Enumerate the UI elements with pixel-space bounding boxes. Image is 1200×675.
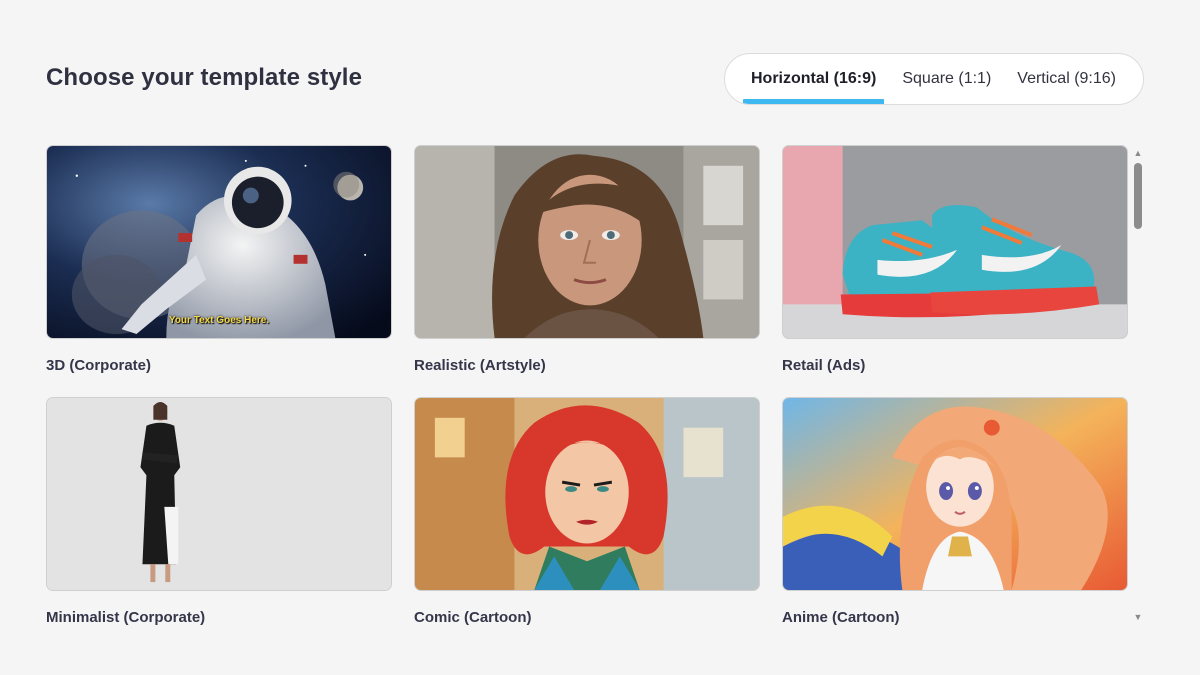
template-card-retail-ads[interactable]: Retail (Ads) [782,145,1128,374]
template-label: Minimalist (Corporate) [46,609,206,626]
template-thumbnail-portrait[interactable] [414,145,760,339]
fashion-model-image [47,398,391,590]
anime-girl-image [783,398,1127,590]
tab-horizontal[interactable]: Horizontal (16:9) [743,54,885,104]
tab-square[interactable]: Square (1:1) [894,54,999,104]
template-thumbnail-astronaut[interactable]: Your Text Goes Here. [46,145,392,339]
scrollbar-thumb[interactable] [1134,163,1142,229]
template-card-realistic-artstyle[interactable]: Realistic (Artstyle) [414,145,760,374]
aspect-ratio-tabs: Horizontal (16:9) Square (1:1) Vertical … [724,53,1144,105]
template-thumbnail-minimalist[interactable] [46,397,392,591]
template-label: Anime (Cartoon) [782,609,900,626]
woman-portrait-image [415,146,759,338]
template-label: 3D (Corporate) [46,357,152,374]
template-grid: Your Text Goes Here. 3D (Corporate) Real… [46,145,1130,630]
scroll-down-arrow-icon[interactable]: ▼ [1132,611,1144,623]
sneakers-image [783,146,1127,338]
template-thumbnail-sneakers[interactable] [782,145,1128,339]
template-label: Realistic (Artstyle) [414,357,546,374]
template-label: Retail (Ads) [782,357,866,374]
template-card-minimalist-corporate[interactable]: Minimalist (Corporate) [46,397,392,626]
template-thumbnail-comic[interactable] [414,397,760,591]
template-card-comic-cartoon[interactable]: Comic (Cartoon) [414,397,760,626]
vertical-scrollbar[interactable]: ▲ ▼ [1131,145,1145,625]
page-title: Choose your template style [46,64,363,91]
template-style-page: Choose your template style Horizontal (1… [0,0,1200,675]
template-thumbnail-anime[interactable] [782,397,1128,591]
thumbnail-overlay-text: Your Text Goes Here. [168,315,270,326]
tab-vertical[interactable]: Vertical (9:16) [1009,54,1124,104]
astronaut-image [47,146,391,338]
scroll-up-arrow-icon[interactable]: ▲ [1132,147,1144,159]
template-card-3d-corporate[interactable]: Your Text Goes Here. 3D (Corporate) [46,145,392,374]
template-label: Comic (Cartoon) [414,609,532,626]
comic-woman-image [415,398,759,590]
template-card-anime-cartoon[interactable]: Anime (Cartoon) [782,397,1128,626]
